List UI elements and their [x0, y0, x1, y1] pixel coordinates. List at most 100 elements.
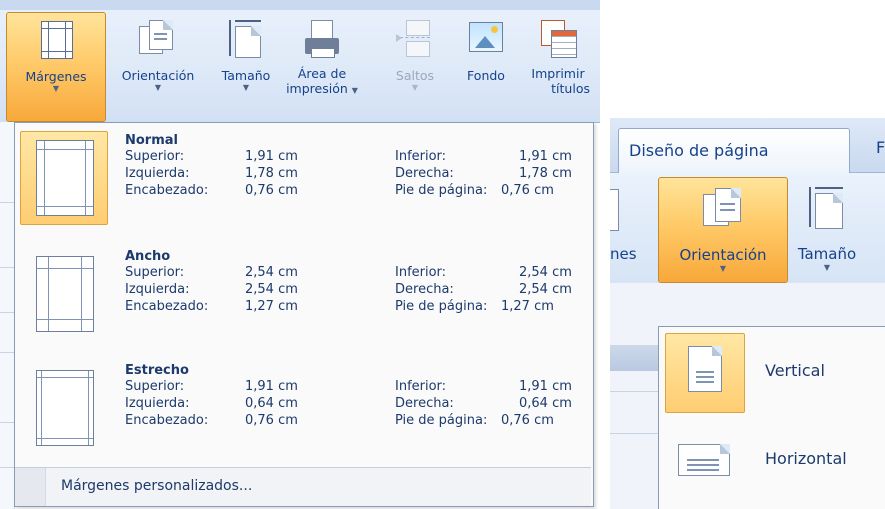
orientation-label: Orientación [679, 246, 767, 264]
margins-icon [37, 21, 75, 59]
print-titles-label-line2: títulos [551, 81, 590, 96]
ribbon: Márgenes ▼ Orientación ▼ Tamaño ▼ Área d… [0, 0, 600, 123]
print-titles-button[interactable]: Imprimir títulos [522, 12, 594, 120]
label-derecha: Derecha: [395, 166, 454, 181]
label-izquierda: Izquierda: [125, 282, 190, 297]
value-superior: 2,54 cm [245, 265, 298, 280]
value-pie-de-pagina: 1,27 cm [501, 299, 554, 314]
print-area-label-line2: impresión [286, 81, 348, 96]
print-area-icon [303, 20, 341, 58]
wide-margin-thumbnail [20, 247, 108, 341]
breaks-icon [396, 20, 434, 58]
size-label: Tamaño [221, 68, 271, 83]
orientation-screenshot: Diseño de página F nes Orientación ▼ Tam… [610, 118, 885, 509]
label-encabezado: Encabezado: [125, 299, 209, 314]
value-encabezado: 0,76 cm [245, 183, 298, 198]
partial-margins-label[interactable]: nes [610, 245, 637, 263]
orientation-option-vertical[interactable]: Vertical [663, 331, 885, 415]
orientation-button[interactable]: Orientación ▼ [106, 12, 210, 120]
tab-next-partial[interactable]: F [876, 138, 885, 157]
label-superior: Superior: [125, 265, 185, 280]
background-icon [467, 20, 505, 58]
ribbon-body: nes Orientación ▼ Tamaño ▼ [610, 173, 885, 283]
margins-dropdown: Normal Superior: 1,91 cm Inferior: 1,91 … [14, 122, 594, 507]
label-encabezado: Encabezado: [125, 413, 209, 428]
ribbon-tab-bar: Diseño de página F [610, 118, 885, 173]
chevron-down-icon: ▼ [411, 83, 419, 92]
label-derecha: Derecha: [395, 396, 454, 411]
tab-page-layout[interactable]: Diseño de página [618, 128, 850, 173]
print-titles-icon [539, 20, 577, 58]
custom-margins-label: Márgenes personalizados... [61, 478, 253, 494]
portrait-page-icon [665, 333, 745, 413]
value-pie-de-pagina: 0,76 cm [501, 413, 554, 428]
chevron-down-icon: ▼ [719, 264, 727, 273]
value-inferior: 1,91 cm [519, 149, 572, 164]
worksheet-rail [0, 122, 15, 509]
breaks-label: Saltos [395, 68, 435, 83]
narrow-margin-thumbnail [20, 361, 108, 455]
chevron-down-icon: ▼ [242, 83, 250, 92]
value-izquierda: 1,78 cm [245, 166, 298, 181]
label-pie-de-pagina: Pie de página: [395, 299, 488, 314]
label-derecha: Derecha: [395, 282, 454, 297]
breaks-button[interactable]: Saltos ▼ [388, 12, 442, 120]
label-superior: Superior: [125, 379, 185, 394]
chevron-down-icon: ▼ [154, 83, 162, 92]
chevron-down-icon: ▼ [351, 86, 358, 95]
size-button[interactable]: Tamaño ▼ [790, 177, 864, 281]
value-inferior: 1,91 cm [519, 379, 572, 394]
label-superior: Superior: [125, 149, 185, 164]
tab-page-layout-label: Diseño de página [629, 141, 769, 160]
value-derecha: 1,78 cm [519, 166, 572, 181]
option-title: Normal [125, 133, 178, 148]
chevron-down-icon: ▼ [823, 263, 831, 272]
print-titles-label-line1: Imprimir [531, 66, 585, 81]
orientation-dropdown: Vertical Horizontal [658, 326, 885, 509]
margins-screenshot: Márgenes ▼ Orientación ▼ Tamaño ▼ Área d… [0, 0, 600, 509]
margins-button[interactable]: Márgenes ▼ [6, 12, 106, 122]
value-encabezado: 1,27 cm [245, 299, 298, 314]
margin-option-normal[interactable]: Normal Superior: 1,91 cm Inferior: 1,91 … [17, 125, 591, 233]
menu-gutter [15, 468, 46, 506]
value-izquierda: 2,54 cm [245, 282, 298, 297]
normal-margin-thumbnail [20, 131, 108, 225]
size-label: Tamaño [797, 245, 857, 263]
value-inferior: 2,54 cm [519, 265, 572, 280]
orientation-button[interactable]: Orientación ▼ [658, 177, 788, 283]
label-encabezado: Encabezado: [125, 183, 209, 198]
label-izquierda: Izquierda: [125, 166, 190, 181]
option-title: Ancho [125, 249, 171, 264]
size-icon [227, 20, 265, 58]
value-superior: 1,91 cm [245, 149, 298, 164]
value-encabezado: 0,76 cm [245, 413, 298, 428]
label-inferior: Inferior: [395, 265, 447, 280]
print-area-label-line1: Área de [297, 66, 347, 81]
label-pie-de-pagina: Pie de página: [395, 183, 488, 198]
margins-label: Márgenes [25, 69, 87, 84]
landscape-page-icon [665, 421, 745, 501]
margin-option-estrecho[interactable]: Estrecho Superior: 1,91 cm Inferior: 1,9… [17, 355, 591, 463]
margin-option-ancho[interactable]: Ancho Superior: 2,54 cm Inferior: 2,54 c… [17, 241, 591, 349]
background-button[interactable]: Fondo [454, 12, 518, 120]
partial-margins-icon [610, 189, 619, 231]
print-area-button[interactable]: Área de impresión ▼ [284, 12, 360, 120]
background-label: Fondo [467, 68, 505, 83]
option-title: Estrecho [125, 363, 189, 378]
value-derecha: 0,64 cm [519, 396, 572, 411]
label-inferior: Inferior: [395, 149, 447, 164]
label-inferior: Inferior: [395, 379, 447, 394]
orientation-label: Orientación [121, 68, 195, 83]
orientation-option-horizontal[interactable]: Horizontal [663, 419, 885, 503]
chevron-down-icon: ▼ [52, 84, 60, 93]
value-derecha: 2,54 cm [519, 282, 572, 297]
size-button[interactable]: Tamaño ▼ [212, 12, 280, 120]
value-pie-de-pagina: 0,76 cm [501, 183, 554, 198]
orientation-icon [139, 20, 177, 58]
custom-margins-item[interactable]: Márgenes personalizados... [15, 467, 591, 506]
horizontal-label: Horizontal [765, 449, 847, 468]
value-superior: 1,91 cm [245, 379, 298, 394]
size-icon [807, 187, 847, 229]
ribbon-top-strip [0, 0, 600, 10]
value-izquierda: 0,64 cm [245, 396, 298, 411]
